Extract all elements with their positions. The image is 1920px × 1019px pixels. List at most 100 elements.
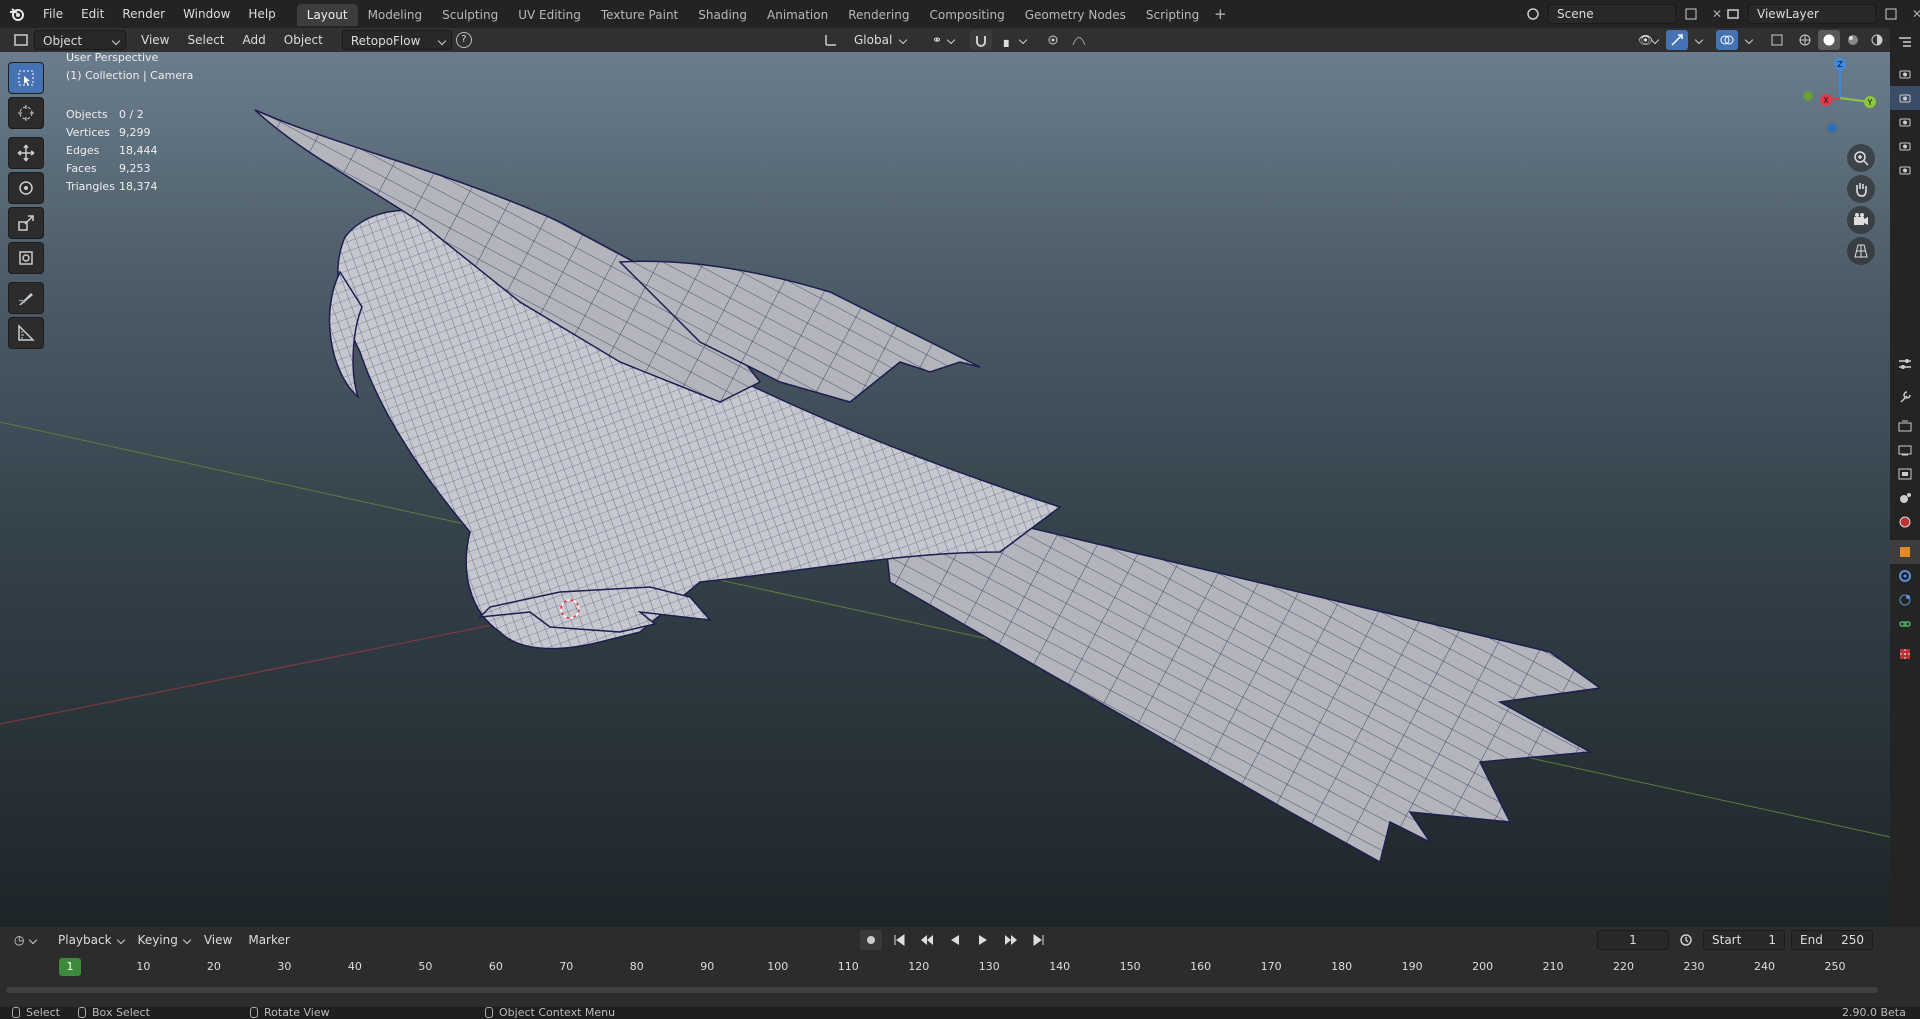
- editor-type-icon[interactable]: [10, 30, 32, 50]
- menu-window[interactable]: Window: [174, 0, 239, 28]
- scene-properties-icon[interactable]: [1890, 486, 1920, 510]
- next-keyframe-icon[interactable]: [1000, 930, 1022, 950]
- pan-hand-icon[interactable]: [1847, 175, 1875, 203]
- frame-ruler[interactable]: 1 10 20 30 40 50 60 70 80 90 100 110 120 130 140 150 160…: [0, 957, 1890, 979]
- tab-modeling[interactable]: Modeling: [358, 4, 433, 26]
- view-layer-field[interactable]: ViewLayer: [1748, 4, 1876, 24]
- jump-end-icon[interactable]: [1028, 930, 1050, 950]
- xray-toggle-icon[interactable]: [1766, 30, 1788, 50]
- viewport-menu-view[interactable]: View: [132, 30, 178, 50]
- scale-tool[interactable]: [8, 207, 44, 239]
- cursor-tool[interactable]: [8, 97, 44, 129]
- add-workspace-button[interactable]: +: [1209, 3, 1231, 25]
- tab-layout[interactable]: Layout: [296, 4, 358, 26]
- world-properties-icon[interactable]: [1890, 510, 1920, 534]
- record-keyframe-icon[interactable]: [860, 930, 882, 950]
- tab-texture-paint[interactable]: Texture Paint: [591, 4, 688, 26]
- transform-orientation-dropdown[interactable]: Global: [846, 30, 912, 50]
- end-frame-field[interactable]: End 250: [1791, 930, 1873, 950]
- texture-properties-icon[interactable]: [1890, 642, 1920, 666]
- pivot-dropdown[interactable]: ⚭: [924, 30, 960, 50]
- view-layer-icon[interactable]: [1722, 4, 1744, 24]
- camera-icon[interactable]: [1890, 62, 1920, 86]
- gizmo-toggle-icon[interactable]: [1666, 30, 1688, 50]
- transform-tool[interactable]: [8, 242, 44, 274]
- properties-editor-icon[interactable]: [1890, 352, 1920, 376]
- menu-render[interactable]: Render: [113, 0, 174, 28]
- rendered-shading-icon[interactable]: [1866, 30, 1888, 50]
- navigation-gizmo[interactable]: Z Y X: [1790, 52, 1880, 140]
- scene-icon[interactable]: [1522, 4, 1544, 24]
- object-properties-icon[interactable]: [1890, 540, 1920, 564]
- snap-icon[interactable]: [970, 30, 992, 50]
- overlay-dropdown[interactable]: [1740, 30, 1758, 50]
- falloff-icon[interactable]: [1068, 30, 1090, 50]
- tab-scripting[interactable]: Scripting: [1136, 4, 1209, 26]
- timeline-scrollbar[interactable]: [6, 987, 1878, 993]
- camera-view-icon[interactable]: [1847, 206, 1875, 234]
- close-view-layer-icon[interactable]: ✕: [1906, 4, 1920, 24]
- camera-icon[interactable]: [1890, 158, 1920, 182]
- select-box-tool[interactable]: [8, 62, 44, 94]
- jump-start-icon[interactable]: [888, 930, 910, 950]
- constraint-properties-icon[interactable]: [1890, 612, 1920, 636]
- new-scene-icon[interactable]: [1680, 4, 1702, 24]
- overlay-toggle-icon[interactable]: [1716, 30, 1738, 50]
- timeline-menu-view[interactable]: View: [196, 930, 240, 950]
- timeline-menu-keying[interactable]: Keying: [130, 930, 196, 950]
- start-frame-field[interactable]: Start 1: [1703, 930, 1785, 950]
- timeline-menu-playback[interactable]: Playback: [50, 930, 130, 950]
- prev-keyframe-icon[interactable]: [916, 930, 938, 950]
- mode-dropdown[interactable]: Object Mode: [34, 30, 126, 68]
- tab-sculpting[interactable]: Sculpting: [432, 4, 508, 26]
- tab-geometry-nodes[interactable]: Geometry Nodes: [1015, 4, 1136, 26]
- play-reverse-icon[interactable]: [944, 930, 966, 950]
- visibility-dropdown[interactable]: 👁: [1630, 30, 1664, 50]
- output-properties-icon[interactable]: [1890, 438, 1920, 462]
- retopoflow-dropdown[interactable]: RetopoFlow 3.1.0: [341, 30, 452, 68]
- menu-file[interactable]: File: [34, 0, 72, 28]
- timeline-editor-type[interactable]: ◷: [10, 930, 42, 950]
- blender-logo-icon[interactable]: [0, 0, 34, 28]
- move-tool[interactable]: [8, 137, 44, 169]
- tab-rendering[interactable]: Rendering: [838, 4, 919, 26]
- physics-properties-icon[interactable]: [1890, 588, 1920, 612]
- menu-help[interactable]: Help: [239, 0, 284, 28]
- zoom-icon[interactable]: [1847, 144, 1875, 172]
- tab-shading[interactable]: Shading: [688, 4, 757, 26]
- 3d-viewport[interactable]: User Perspective (1) Collection | Camera…: [0, 52, 1890, 927]
- scene-name-field[interactable]: Scene: [1548, 4, 1676, 24]
- gizmo-dropdown[interactable]: [1690, 30, 1708, 50]
- render-properties-icon[interactable]: [1890, 414, 1920, 438]
- camera-icon[interactable]: [1890, 86, 1920, 110]
- tab-compositing[interactable]: Compositing: [919, 4, 1014, 26]
- menu-edit[interactable]: Edit: [72, 0, 113, 28]
- annotate-tool[interactable]: [8, 282, 44, 314]
- snap-target-dropdown[interactable]: ▖: [996, 30, 1032, 50]
- orientation-icon[interactable]: [820, 30, 842, 50]
- viewport-menu-object[interactable]: Object: [275, 30, 332, 50]
- viewport-menu-select[interactable]: Select: [178, 30, 233, 50]
- preview-range-icon[interactable]: [1675, 930, 1697, 950]
- proportional-edit-icon[interactable]: [1042, 30, 1064, 50]
- measure-tool[interactable]: [8, 317, 44, 349]
- solid-shading-icon[interactable]: [1818, 30, 1840, 50]
- viewport-menu-add[interactable]: Add: [234, 30, 275, 50]
- modifier-properties-icon[interactable]: [1890, 564, 1920, 588]
- play-icon[interactable]: [972, 930, 994, 950]
- view-layer-properties-icon[interactable]: [1890, 462, 1920, 486]
- wireframe-shading-icon[interactable]: [1794, 30, 1816, 50]
- help-icon[interactable]: ?: [455, 32, 472, 48]
- material-shading-icon[interactable]: [1842, 30, 1864, 50]
- outliner-editor-icon[interactable]: [1890, 30, 1920, 54]
- camera-icon[interactable]: [1890, 134, 1920, 158]
- tab-uv-editing[interactable]: UV Editing: [508, 4, 591, 26]
- ortho-grid-icon[interactable]: [1847, 237, 1875, 265]
- current-frame-marker[interactable]: 1: [59, 958, 81, 976]
- tool-properties-icon[interactable]: [1890, 384, 1920, 408]
- timeline-menu-marker[interactable]: Marker: [240, 930, 297, 950]
- tab-animation[interactable]: Animation: [757, 4, 838, 26]
- rotate-tool[interactable]: [8, 172, 44, 204]
- camera-icon[interactable]: [1890, 110, 1920, 134]
- new-view-layer-icon[interactable]: [1880, 4, 1902, 24]
